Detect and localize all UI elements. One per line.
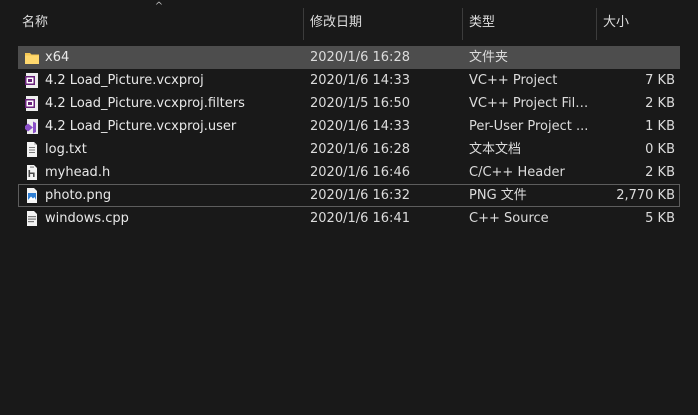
file-type: 文本文档: [469, 142, 522, 157]
column-header-type[interactable]: 类型: [469, 0, 495, 40]
file-name: log.txt: [45, 142, 87, 157]
file-size: 2 KB: [645, 96, 675, 111]
file-list: x64 2020/1/6 16:28 文件夹 4.2 Load_Picture.…: [18, 46, 680, 230]
column-divider[interactable]: [462, 8, 463, 40]
file-name: 4.2 Load_Picture.vcxproj.filters: [45, 96, 245, 111]
vcxproj-icon: [25, 96, 38, 111]
vcxproj-icon: [25, 73, 38, 88]
cpp-file-icon: [27, 211, 37, 226]
folder-icon: [25, 53, 39, 64]
file-date: 2020/1/6 14:33: [310, 73, 410, 88]
file-name: 4.2 Load_Picture.vcxproj: [45, 73, 204, 88]
file-name: 4.2 Load_Picture.vcxproj.user: [45, 119, 237, 134]
file-row-myhead-h[interactable]: myhead.h 2020/1/6 16:46 C/C++ Header 2 K…: [18, 161, 680, 184]
file-type: C/C++ Header: [469, 165, 565, 180]
file-size: 2,770 KB: [616, 188, 675, 203]
file-size: 7 KB: [645, 73, 675, 88]
file-type: PNG 文件: [469, 188, 527, 203]
file-row-photo-png[interactable]: photo.png 2020/1/6 16:32 PNG 文件 2,770 KB: [18, 184, 680, 207]
sort-ascending-icon: ^: [154, 1, 164, 12]
file-row-x64[interactable]: x64 2020/1/6 16:28 文件夹: [18, 46, 680, 69]
file-size: 1 KB: [645, 119, 675, 134]
file-row-vcxproj-filters[interactable]: 4.2 Load_Picture.vcxproj.filters 2020/1/…: [18, 92, 680, 115]
file-date: 2020/1/6 16:28: [310, 142, 410, 157]
text-file-icon: [27, 142, 37, 157]
file-date: 2020/1/6 16:41: [310, 211, 410, 226]
file-type: VC++ Project Filt...: [469, 96, 591, 111]
file-date: 2020/1/6 16:32: [310, 188, 410, 203]
file-size: 0 KB: [645, 142, 675, 157]
file-name: myhead.h: [45, 165, 111, 180]
column-divider[interactable]: [303, 8, 304, 40]
column-header-name[interactable]: 名称: [22, 0, 48, 40]
file-name: windows.cpp: [45, 211, 129, 226]
column-header-size[interactable]: 大小: [603, 0, 629, 40]
file-row-vcxproj-user[interactable]: 4.2 Load_Picture.vcxproj.user 2020/1/6 1…: [18, 115, 680, 138]
column-header: ^ 名称 修改日期 类型 大小: [0, 0, 698, 40]
header-file-icon: [27, 165, 37, 180]
file-type: Per-User Project ...: [469, 119, 589, 134]
file-row-vcxproj[interactable]: 4.2 Load_Picture.vcxproj 2020/1/6 14:33 …: [18, 69, 680, 92]
visual-studio-icon: [25, 119, 38, 134]
file-row-windows-cpp[interactable]: windows.cpp 2020/1/6 16:41 C++ Source 5 …: [18, 207, 680, 230]
file-size: 2 KB: [645, 165, 675, 180]
file-date: 2020/1/6 14:33: [310, 119, 410, 134]
file-type: C++ Source: [469, 211, 549, 226]
file-date: 2020/1/5 16:50: [310, 96, 410, 111]
file-type: VC++ Project: [469, 73, 558, 88]
file-name: x64: [45, 50, 70, 65]
file-date: 2020/1/6 16:46: [310, 165, 410, 180]
column-header-date-modified[interactable]: 修改日期: [310, 0, 362, 40]
image-file-icon: [27, 188, 37, 203]
file-type: 文件夹: [469, 50, 509, 65]
file-size: 5 KB: [645, 211, 675, 226]
column-divider[interactable]: [596, 8, 597, 40]
file-name: photo.png: [45, 188, 112, 203]
file-row-log-txt[interactable]: log.txt 2020/1/6 16:28 文本文档 0 KB: [18, 138, 680, 161]
file-date: 2020/1/6 16:28: [310, 50, 410, 65]
